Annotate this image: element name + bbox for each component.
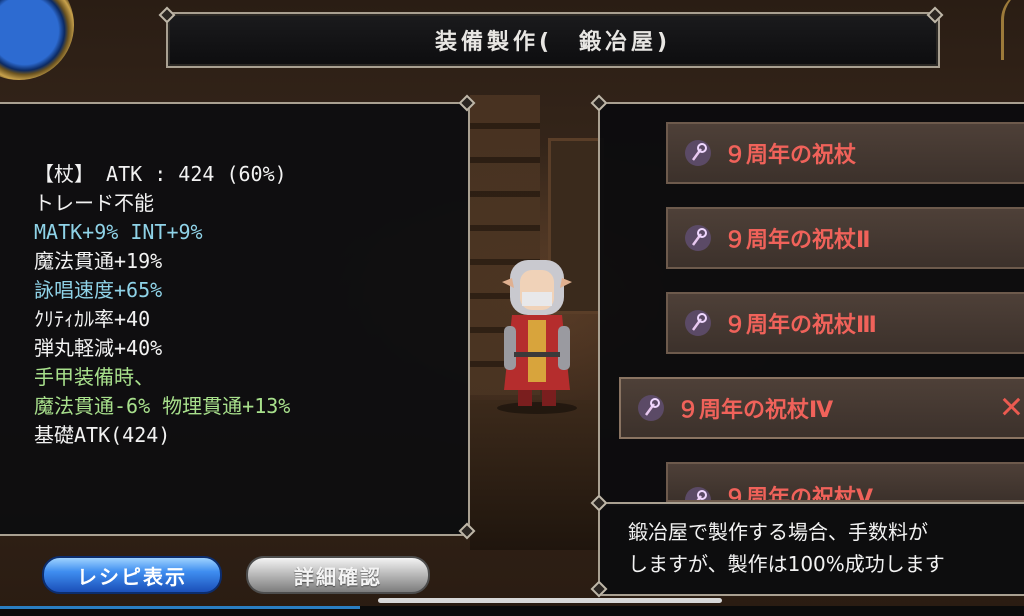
message-line: 鍛冶屋で製作する場合、手数料が <box>628 520 928 544</box>
blacksmith-npc-sprite[interactable] <box>482 240 592 415</box>
status-bar-line <box>0 606 360 609</box>
corner-ornament <box>1001 0 1024 60</box>
stat-line: 【杖】 ATK : 424 (60%) <box>34 162 287 186</box>
recipe-item[interactable]: ９周年の祝杖Ⅱ <box>666 207 1024 269</box>
recipe-label: ９周年の祝杖Ⅴ <box>724 486 874 502</box>
show-recipe-button[interactable]: レシピ表示 <box>42 556 222 594</box>
recipe-label: ９周年の祝杖Ⅲ <box>724 313 877 338</box>
staff-icon <box>638 395 664 421</box>
title-corner-ornament <box>926 6 944 24</box>
stat-line: MATK+9% INT+9% <box>34 220 203 244</box>
stat-line: 魔法貫通-6% 物理貫通+13% <box>34 394 291 418</box>
background-desk <box>470 400 610 550</box>
stat-line: トレード不能 <box>34 191 154 215</box>
panel-corner-ornament <box>590 494 608 512</box>
recipe-item[interactable]: ９周年の祝杖Ⅴ <box>666 462 1024 502</box>
stat-line: 詠唱速度+65% <box>34 278 163 302</box>
panel-corner-ornament <box>458 522 476 540</box>
recipe-label: ９周年の祝杖 <box>724 143 857 168</box>
recipe-label: ９周年の祝杖Ⅱ <box>724 228 871 253</box>
staff-icon <box>685 140 711 166</box>
close-icon[interactable]: ✕ <box>999 391 1024 426</box>
home-indicator[interactable] <box>378 598 722 603</box>
details-button[interactable]: 詳細確認 <box>246 556 430 594</box>
message-line: しますが、製作は100%成功します <box>628 552 945 576</box>
stat-line: 基礎ATK(424) <box>34 423 171 447</box>
item-stats: 【杖】 ATK : 424 (60%) トレード不能 MATK+9% INT+9… <box>34 160 290 450</box>
staff-icon <box>685 310 711 336</box>
recipe-label: ９周年の祝杖Ⅳ <box>677 398 834 423</box>
message-box: 鍛冶屋で製作する場合、手数料が しますが、製作は100%成功します <box>598 502 1024 596</box>
recipe-item[interactable]: ９周年の祝杖 <box>666 122 1024 184</box>
staff-icon <box>685 225 711 251</box>
staff-icon <box>685 487 711 500</box>
stat-line: 魔法貫通+19% <box>34 249 163 273</box>
stat-line: ｸﾘﾃｨｶﾙ率+40 <box>34 307 151 331</box>
stat-line: 弾丸軽減+40% <box>34 336 163 360</box>
window-title: 装備製作( 鍛冶屋) <box>434 30 672 55</box>
title-corner-ornament <box>158 6 176 24</box>
panel-corner-ornament <box>590 580 608 598</box>
panel-corner-ornament <box>458 94 476 112</box>
panel-corner-ornament <box>590 94 608 112</box>
recipe-item[interactable]: ９周年の祝杖Ⅲ <box>666 292 1024 354</box>
stat-line: 手甲装備時、 <box>34 365 154 389</box>
recipe-item-selected[interactable]: ９周年の祝杖Ⅳ ✕ <box>619 377 1024 439</box>
title-bar: 装備製作( 鍛冶屋) <box>166 12 940 68</box>
